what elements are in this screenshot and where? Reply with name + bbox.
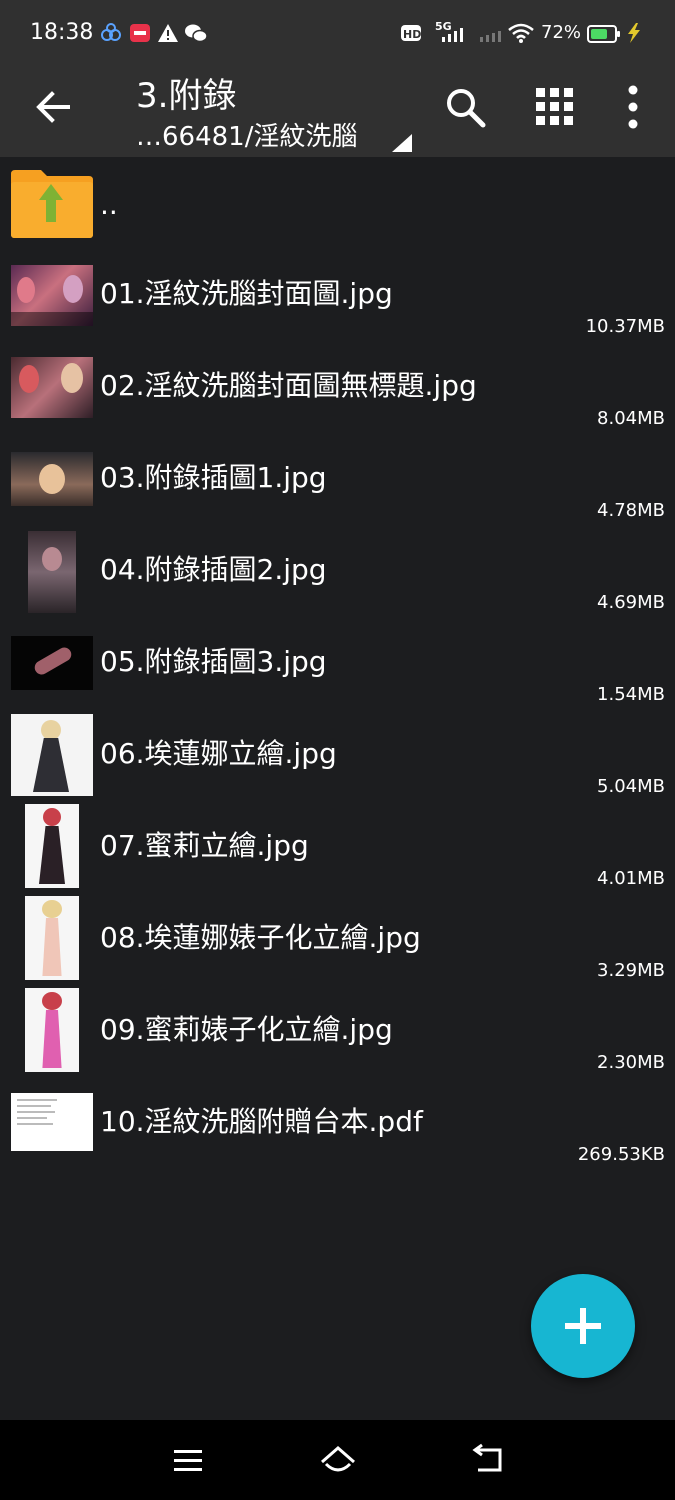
home-icon[interactable] xyxy=(316,1440,360,1480)
file-row[interactable]: 09.蜜莉婊子化立繪.jpg 2.30MB xyxy=(0,988,675,1086)
file-size: 5.04MB xyxy=(597,776,665,797)
add-button[interactable] xyxy=(531,1274,635,1378)
parent-folder-row[interactable]: .. xyxy=(0,166,675,258)
image-thumbnail xyxy=(11,452,93,506)
image-thumbnail xyxy=(25,988,79,1072)
parent-folder-label: .. xyxy=(100,188,118,221)
file-row[interactable]: 10.淫紋洗腦附贈台本.pdf 269.53KB xyxy=(0,1086,675,1178)
system-nav-bar xyxy=(0,1420,675,1500)
file-name: 02.淫紋洗腦封面圖無標題.jpg xyxy=(100,369,477,402)
charging-icon xyxy=(628,23,640,43)
file-size: 4.01MB xyxy=(597,868,665,889)
file-name: 07.蜜莉立繪.jpg xyxy=(100,829,309,862)
image-thumbnail xyxy=(11,265,93,326)
toolbar: 3.附錄 …66481/淫紋洗腦 xyxy=(0,68,675,157)
file-size: 8.04MB xyxy=(597,408,665,429)
app-notification-icon xyxy=(130,24,150,42)
file-size: 10.37MB xyxy=(585,316,665,337)
file-size: 3.29MB xyxy=(597,960,665,981)
file-name: 05.附錄插圖3.jpg xyxy=(100,645,327,678)
battery-percent: 72% xyxy=(541,22,582,43)
folder-path[interactable]: …66481/淫紋洗腦 xyxy=(136,116,357,153)
wifi-icon xyxy=(508,23,534,43)
clock: 18:38 xyxy=(30,20,94,45)
file-size: 4.78MB xyxy=(597,500,665,521)
signal-inactive-icon xyxy=(480,31,501,42)
pdf-thumbnail xyxy=(11,1093,93,1151)
file-name: 08.埃蓮娜婊子化立繪.jpg xyxy=(100,921,421,954)
battery-icon xyxy=(587,25,620,43)
file-name: 03.附錄插圖1.jpg xyxy=(100,461,327,494)
menu-icon[interactable] xyxy=(166,1440,210,1480)
file-size: 2.30MB xyxy=(597,1052,665,1073)
file-size: 4.69MB xyxy=(597,592,665,613)
file-name: 04.附錄插圖2.jpg xyxy=(100,553,327,586)
folder-title: 3.附錄 xyxy=(136,76,237,116)
file-row[interactable]: 02.淫紋洗腦封面圖無標題.jpg 8.04MB xyxy=(0,350,675,442)
path-dropdown-icon[interactable] xyxy=(392,134,412,152)
image-thumbnail xyxy=(11,357,93,418)
file-row[interactable]: 07.蜜莉立繪.jpg 4.01MB xyxy=(0,804,675,902)
file-row[interactable]: 03.附錄插圖1.jpg 4.78MB xyxy=(0,442,675,534)
image-thumbnail xyxy=(25,804,79,888)
image-thumbnail xyxy=(11,636,93,690)
image-thumbnail xyxy=(28,531,76,613)
more-vert-icon[interactable] xyxy=(608,82,658,132)
file-size: 1.54MB xyxy=(597,684,665,705)
app-notification-icon xyxy=(101,23,121,41)
plus-icon xyxy=(565,1308,601,1344)
battery-fill xyxy=(591,29,607,39)
file-name: 06.埃蓮娜立繪.jpg xyxy=(100,737,337,770)
signal-icon xyxy=(442,28,463,42)
file-row[interactable]: 06.埃蓮娜立繪.jpg 5.04MB xyxy=(0,714,675,810)
file-row[interactable]: 05.附錄插圖3.jpg 1.54MB xyxy=(0,626,675,718)
file-name: 10.淫紋洗腦附贈台本.pdf xyxy=(100,1105,423,1138)
warning-icon xyxy=(158,24,178,42)
battery-nub xyxy=(617,31,620,37)
back-arrow-icon[interactable] xyxy=(28,82,78,132)
svg-text:HD: HD xyxy=(403,28,421,41)
top-bar: 18:38 HD 5G 72% 3.附錄 …66481/淫紋洗腦 xyxy=(0,0,675,157)
file-name: 09.蜜莉婊子化立繪.jpg xyxy=(100,1013,393,1046)
image-thumbnail xyxy=(11,714,93,796)
hd-voice-icon: HD xyxy=(401,25,421,41)
status-bar: 18:38 HD 5G 72% xyxy=(0,0,675,68)
file-size: 269.53KB xyxy=(577,1144,665,1165)
file-name: 01.淫紋洗腦封面圖.jpg xyxy=(100,277,393,310)
folder-up-icon xyxy=(11,170,93,238)
back-icon[interactable] xyxy=(466,1440,510,1480)
search-icon[interactable] xyxy=(440,82,490,132)
grid-view-icon[interactable] xyxy=(530,82,580,132)
wechat-icon xyxy=(185,24,208,43)
image-thumbnail xyxy=(25,896,79,980)
file-row[interactable]: 08.埃蓮娜婊子化立繪.jpg 3.29MB xyxy=(0,896,675,994)
file-row[interactable]: 01.淫紋洗腦封面圖.jpg 10.37MB xyxy=(0,258,675,350)
file-row[interactable]: 04.附錄插圖2.jpg 4.69MB xyxy=(0,531,675,626)
